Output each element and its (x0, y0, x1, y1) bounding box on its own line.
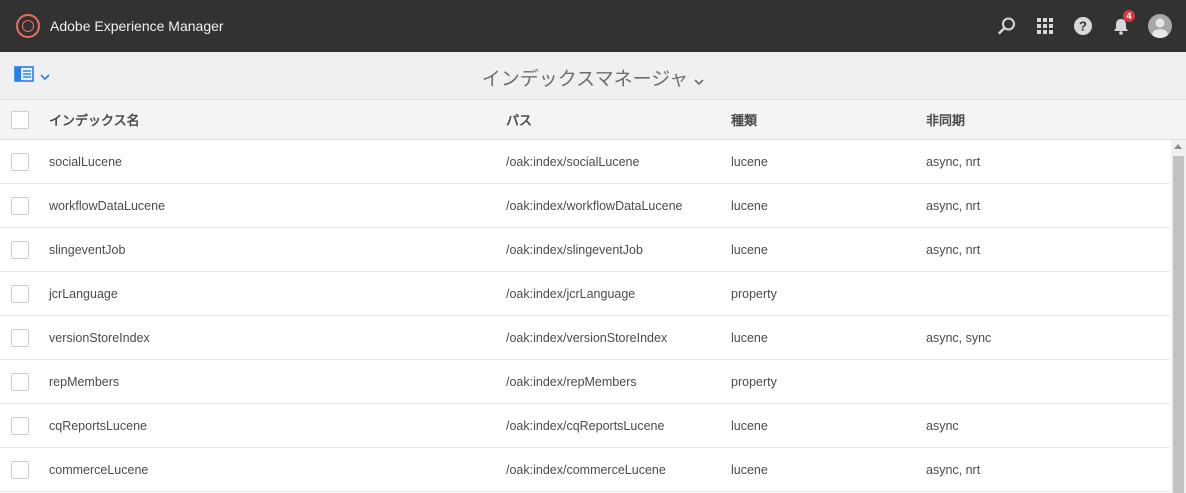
column-header-path[interactable]: パス (506, 100, 532, 139)
index-type: lucene (731, 418, 768, 433)
column-header-name[interactable]: インデックス名 (49, 100, 140, 139)
index-path: /oak:index/commerceLucene (506, 462, 666, 477)
aem-logo-icon[interactable] (16, 14, 40, 38)
index-path: /oak:index/jcrLanguage (506, 286, 636, 301)
index-async: async, sync (926, 330, 992, 345)
index-async: async, nrt (926, 242, 981, 257)
index-name: socialLucene (49, 154, 122, 169)
row-checkbox[interactable] (11, 372, 29, 391)
index-path: /oak:index/versionStoreIndex (506, 330, 668, 345)
bell-icon[interactable]: 4 (1109, 10, 1135, 38)
index-async: async (926, 418, 959, 433)
vertical-scrollbar[interactable] (1171, 140, 1186, 493)
table-row[interactable]: socialLucene /oak:index/socialLucene luc… (0, 140, 1170, 184)
index-type: lucene (731, 242, 768, 257)
index-path: /oak:index/slingeventJob (506, 242, 643, 257)
row-checkbox[interactable] (11, 328, 29, 347)
index-name: repMembers (49, 374, 120, 389)
app-title[interactable]: Adobe Experience Manager (50, 18, 224, 34)
table-body: socialLucene /oak:index/socialLucene luc… (0, 140, 1170, 493)
table-row[interactable]: versionStoreIndex /oak:index/versionStor… (0, 316, 1170, 360)
search-icon[interactable] (995, 14, 1019, 38)
row-checkbox[interactable] (11, 240, 29, 259)
notification-badge: 4 (1123, 10, 1135, 22)
chevron-down-icon (694, 69, 704, 91)
index-type: lucene (731, 154, 768, 169)
column-header-type[interactable]: 種類 (731, 100, 757, 139)
svg-text:?: ? (1079, 19, 1087, 34)
shell-header: Adobe Experience Manager ? 4 (0, 0, 1186, 52)
table-header: インデックス名 パス 種類 非同期 (0, 100, 1186, 140)
row-checkbox[interactable] (11, 152, 29, 171)
row-checkbox[interactable] (11, 284, 29, 303)
index-type: lucene (731, 330, 768, 345)
table-row[interactable]: jcrLanguage /oak:index/jcrLanguage prope… (0, 272, 1170, 316)
scrollbar-thumb[interactable] (1173, 156, 1184, 493)
action-bar: インデックスマネージャ (0, 52, 1186, 100)
index-async: async, nrt (926, 154, 981, 169)
index-name: commerceLucene (49, 462, 149, 477)
index-path: /oak:index/socialLucene (506, 154, 640, 169)
index-type: lucene (731, 198, 768, 213)
table-row[interactable]: workflowDataLucene /oak:index/workflowDa… (0, 184, 1170, 228)
help-icon[interactable]: ? (1071, 14, 1095, 38)
table-row[interactable]: commerceLucene /oak:index/commerceLucene… (0, 448, 1170, 492)
index-type: lucene (731, 462, 768, 477)
row-checkbox[interactable] (11, 460, 29, 479)
table-row[interactable]: slingeventJob /oak:index/slingeventJob l… (0, 228, 1170, 272)
index-path: /oak:index/cqReportsLucene (506, 418, 665, 433)
table-row[interactable]: repMembers /oak:index/repMembers propert… (0, 360, 1170, 404)
row-checkbox[interactable] (11, 196, 29, 215)
index-async: async, nrt (926, 462, 981, 477)
user-avatar-icon[interactable] (1148, 14, 1172, 38)
scroll-up-arrow-icon[interactable] (1174, 144, 1182, 149)
column-header-async[interactable]: 非同期 (926, 100, 965, 139)
index-path: /oak:index/repMembers (506, 374, 637, 389)
page-title-dropdown[interactable]: インデックスマネージャ (0, 64, 1186, 91)
index-name: versionStoreIndex (49, 330, 150, 345)
index-name: cqReportsLucene (49, 418, 147, 433)
page-title: インデックスマネージャ (481, 69, 689, 90)
index-type: property (731, 286, 777, 301)
index-path: /oak:index/workflowDataLucene (506, 198, 683, 213)
index-async: async, nrt (926, 198, 981, 213)
apps-grid-icon[interactable] (1033, 14, 1057, 38)
index-name: jcrLanguage (49, 286, 118, 301)
row-checkbox[interactable] (11, 416, 29, 435)
select-all-checkbox[interactable] (11, 110, 29, 129)
index-name: slingeventJob (49, 242, 126, 257)
index-type: property (731, 374, 777, 389)
table-row[interactable]: cqReportsLucene /oak:index/cqReportsLuce… (0, 404, 1170, 448)
index-name: workflowDataLucene (49, 198, 166, 213)
